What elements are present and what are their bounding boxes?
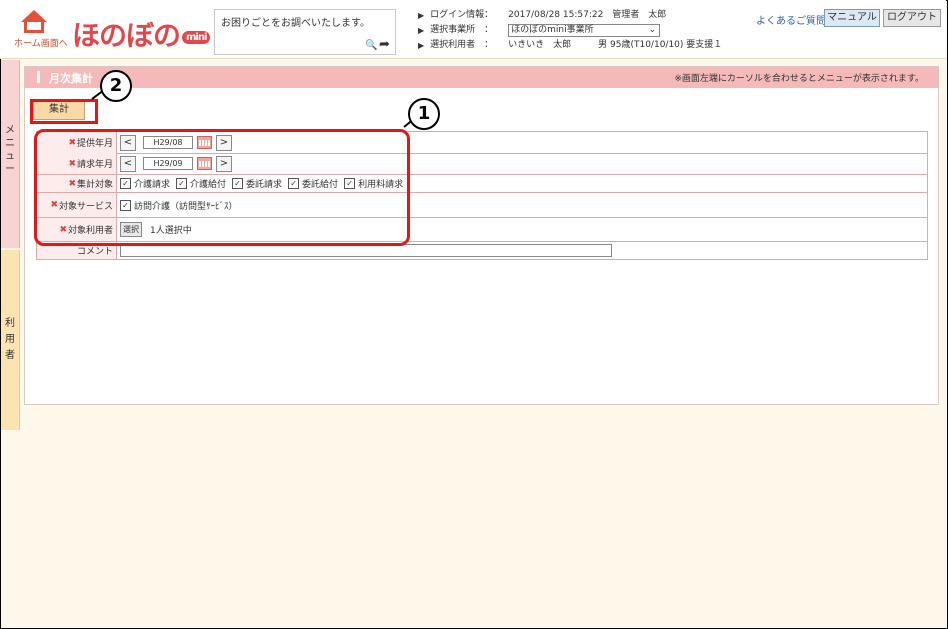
annotation-circle-1: 1 bbox=[408, 98, 440, 130]
annotation-circle-2: 2 bbox=[100, 70, 132, 102]
annotation-lines bbox=[91, 89, 421, 128]
